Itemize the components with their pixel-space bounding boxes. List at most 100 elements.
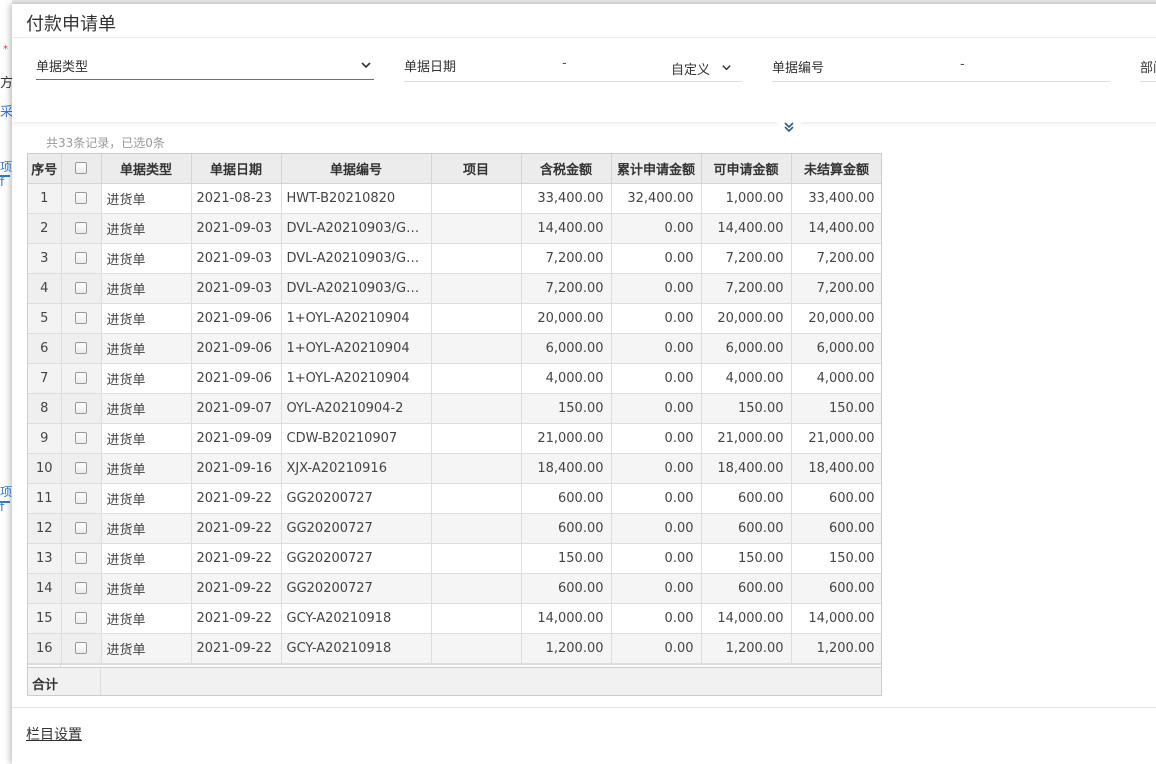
table-row[interactable]: 8 进货单 2021-09-07 OYL-A20210904-2 150.00 0.00 1… (28, 393, 881, 424)
row-checkbox-cell[interactable] (61, 243, 102, 274)
row-checkbox-cell[interactable] (61, 363, 102, 394)
table-row[interactable]: 12 进货单 2021-09-22 GG20200727 600.00 0.00 600.0… (28, 513, 881, 544)
row-project (431, 243, 522, 274)
row-doc-type: 进货单 (101, 243, 192, 274)
col-header-doc-no[interactable]: 单据编号 (281, 154, 432, 184)
doc-no-filter[interactable]: 单据编号 - (772, 54, 1110, 82)
row-checkbox-cell[interactable] (61, 513, 102, 544)
row-checkbox-cell[interactable] (61, 423, 102, 454)
row-doc-type: 进货单 (101, 333, 192, 364)
row-checkbox-cell[interactable] (61, 453, 102, 484)
row-index: 6 (28, 333, 62, 364)
table-row[interactable]: 15 进货单 2021-09-22 GCY-A20210918 14,000.00 0.0… (28, 603, 881, 634)
row-checkbox[interactable] (75, 522, 87, 534)
row-index: 4 (28, 273, 62, 304)
row-doc-date: 2021-09-22 (191, 543, 282, 574)
column-settings-link[interactable]: 栏目设置 (26, 724, 82, 744)
table-row[interactable]: 6 进货单 2021-09-06 1+OYL-A20210904 6,000.00 0.0… (28, 333, 881, 364)
row-applied-amount: 0.00 (611, 423, 702, 454)
row-checkbox-cell[interactable] (61, 543, 102, 574)
doc-type-label: 单据类型 (36, 60, 89, 75)
row-checkbox-cell[interactable] (61, 213, 102, 244)
table-row[interactable]: 7 进货单 2021-09-06 1+OYL-A20210904 4,000.00 0.0… (28, 363, 881, 394)
row-checkbox[interactable] (75, 252, 87, 264)
row-checkbox[interactable] (75, 402, 87, 414)
row-checkbox-cell[interactable] (61, 333, 102, 364)
row-checkbox-cell[interactable] (61, 483, 102, 514)
chevron-down-icon[interactable] (360, 59, 372, 71)
double-chevron-down-icon[interactable] (774, 120, 804, 136)
chevron-down-icon[interactable] (721, 62, 732, 73)
row-checkbox-cell[interactable] (61, 633, 102, 664)
row-checkbox-cell[interactable] (61, 183, 102, 214)
dept-filter[interactable]: 部门 (1140, 54, 1156, 82)
table-row[interactable]: 3 进货单 2021-09-03 DVL-A20210903/GC... 7,200.0… (28, 243, 881, 274)
col-header-unsettled-amount[interactable]: 未结算金额 (791, 154, 881, 184)
row-index: 7 (28, 363, 62, 394)
row-checkbox[interactable] (75, 282, 87, 294)
row-checkbox[interactable] (75, 612, 87, 624)
row-applied-amount: 0.00 (611, 573, 702, 604)
row-doc-date: 2021-09-22 (191, 573, 282, 604)
table-row[interactable]: 1 进货单 2021-08-23 HWT-B20210820 33,400.00 32,4… (28, 183, 881, 214)
row-tax-amount: 7,200.00 (521, 273, 612, 304)
row-doc-no: GG20200727 (281, 513, 432, 544)
table-row[interactable]: 11 进货单 2021-09-22 GG20200727 600.00 0.00 600.0… (28, 483, 881, 514)
row-index: 13 (28, 543, 62, 574)
row-checkbox[interactable] (75, 432, 87, 444)
row-checkbox-cell[interactable] (61, 573, 102, 604)
payment-request-dialog: 付款申请单 单据类型 单据日期 - 自定义 单据编号 - 部门 共3 (12, 4, 1156, 764)
row-checkbox[interactable] (75, 192, 87, 204)
table-row[interactable]: 9 进货单 2021-09-09 CDW-B20210907 21,000.00 0.00… (28, 423, 881, 454)
row-checkbox[interactable] (75, 552, 87, 564)
row-doc-type: 进货单 (101, 213, 192, 244)
row-applied-amount: 0.00 (611, 273, 702, 304)
row-checkbox[interactable] (75, 462, 87, 474)
background-tab-underline (0, 175, 10, 177)
row-index: 12 (28, 513, 62, 544)
row-tax-amount: 600.00 (521, 573, 612, 604)
row-checkbox[interactable] (75, 492, 87, 504)
col-header-index[interactable]: 序号 (28, 154, 62, 184)
table-row[interactable]: 4 进货单 2021-09-03 DVL-A20210903/GC... 7,200.0… (28, 273, 881, 304)
row-checkbox[interactable] (75, 582, 87, 594)
row-checkbox[interactable] (75, 372, 87, 384)
row-checkbox[interactable] (75, 342, 87, 354)
row-checkbox-cell[interactable] (61, 603, 102, 634)
doc-date-label: 单据日期 (404, 60, 457, 75)
row-checkbox-cell[interactable] (61, 393, 102, 424)
col-header-available-amount[interactable]: 可申请金额 (701, 154, 792, 184)
col-header-select-all[interactable] (61, 154, 102, 184)
row-applied-amount: 32,400.00 (611, 183, 702, 214)
table-header: 序号 单据类型 单据日期 单据编号 项目 含税金额 累计申请金额 可申请金额 未… (28, 154, 881, 184)
row-available-amount: 150.00 (701, 543, 792, 574)
col-header-tax-amount[interactable]: 含税金额 (521, 154, 612, 184)
col-header-doc-date[interactable]: 单据日期 (191, 154, 282, 184)
col-header-project[interactable]: 项目 (431, 154, 522, 184)
row-doc-type: 进货单 (101, 363, 192, 394)
date-range-select[interactable]: 自定义 (671, 59, 710, 78)
row-available-amount: 14,000.00 (701, 603, 792, 634)
table-row[interactable]: 5 进货单 2021-09-06 1+OYL-A20210904 20,000.00 0.… (28, 303, 881, 334)
table-row[interactable]: 13 进货单 2021-09-22 GG20200727 150.00 0.00 150.0… (28, 543, 881, 574)
table-row[interactable]: 16 进货单 2021-09-22 GCY-A20210918 1,200.00 0.00… (28, 633, 881, 664)
col-header-doc-type[interactable]: 单据类型 (101, 154, 192, 184)
table-row[interactable]: 14 进货单 2021-09-22 GG20200727 600.00 0.00 600.0… (28, 573, 881, 604)
select-all-checkbox[interactable] (75, 162, 87, 175)
col-header-applied-amount[interactable]: 累计申请金额 (611, 154, 702, 184)
background-tab-fragment: 项f (0, 160, 12, 189)
row-doc-date: 2021-09-03 (191, 273, 282, 304)
row-checkbox[interactable] (75, 222, 87, 234)
row-checkbox-cell[interactable] (61, 273, 102, 304)
row-doc-no: DVL-A20210903/GC... (281, 273, 432, 304)
row-index: 8 (28, 393, 62, 424)
table-total-row: 合计 (28, 667, 881, 695)
row-checkbox-cell[interactable] (61, 303, 102, 334)
row-checkbox[interactable] (75, 642, 87, 654)
row-doc-no: DVL-A20210903/GC... (281, 213, 432, 244)
table-row[interactable]: 2 进货单 2021-09-03 DVL-A20210903/GC... 14,400.… (28, 213, 881, 244)
row-checkbox[interactable] (75, 312, 87, 324)
table-row[interactable]: 10 进货单 2021-09-16 XJX-A20210916 18,400.00 0.0… (28, 453, 881, 484)
row-unsettled-amount: 20,000.00 (791, 303, 881, 334)
doc-type-select[interactable]: 单据类型 (36, 54, 374, 80)
